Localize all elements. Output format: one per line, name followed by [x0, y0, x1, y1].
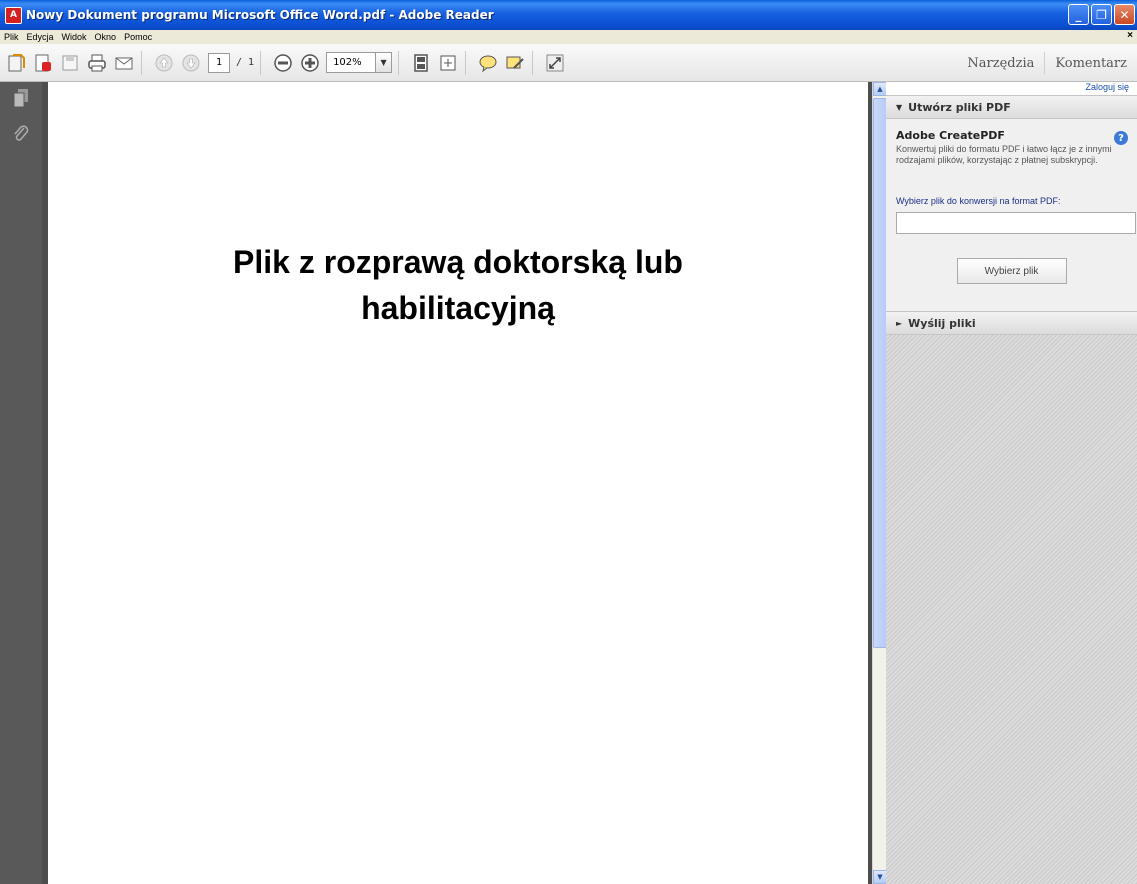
choose-file-button[interactable]: Wybierz plik	[956, 258, 1067, 284]
page-total: / 1	[236, 57, 255, 68]
menu-pomoc[interactable]: Pomoc	[120, 32, 156, 42]
window-controls: _ ❐ ✕	[1068, 4, 1135, 25]
zoom-in-icon[interactable]	[299, 52, 321, 74]
document-area[interactable]: Plik z rozprawą doktorską lub habilitacy…	[42, 82, 872, 884]
expanded-triangle-icon: ▼	[896, 102, 903, 112]
scroll-down-icon[interactable]: ▼	[873, 870, 887, 884]
toolbar-right-links: Narzędzia Komentarz	[957, 44, 1137, 82]
print-icon[interactable]	[86, 52, 108, 74]
fit-page-icon[interactable]	[410, 52, 432, 74]
toolbar-separator	[141, 50, 142, 75]
create-pdf-section-header[interactable]: ▼ Utwórz pliki PDF	[886, 95, 1137, 119]
collapsed-triangle-icon: ►	[896, 318, 903, 328]
next-page-icon[interactable]	[180, 52, 202, 74]
service-title: Adobe CreatePDF	[896, 129, 1005, 142]
task-pane: Zaloguj się ▼ Utwórz pliki PDF Adobe Cre…	[886, 82, 1137, 884]
restore-icon[interactable]: ❐	[1091, 4, 1112, 25]
tools-link[interactable]: Narzędzia	[957, 56, 1044, 71]
send-files-section-header[interactable]: ► Wyślij pliki	[886, 311, 1137, 335]
scrollbar-thumb[interactable]	[873, 98, 887, 648]
attachments-icon[interactable]	[11, 124, 31, 144]
file-path-input[interactable]	[896, 212, 1136, 234]
zoom-select[interactable]: 102% ▼	[326, 52, 393, 73]
toolbar-separator	[398, 50, 400, 75]
service-description: Konwertuj pliki do formatu PDF i łatwo ł…	[896, 144, 1112, 165]
send-files-section-title: Wyślij pliki	[908, 316, 976, 330]
minimize-icon[interactable]: _	[1068, 4, 1089, 25]
pdf-page: Plik z rozprawą doktorską lub habilitacy…	[48, 82, 868, 884]
menu-plik[interactable]: Plik	[0, 32, 23, 42]
menu-edycja[interactable]: Edycja	[23, 32, 58, 42]
login-strip: Zaloguj się	[886, 82, 1137, 95]
page-number-input[interactable]: 1	[208, 52, 230, 73]
pages-icon[interactable]	[11, 88, 31, 108]
create-pdf-section-title: Utwórz pliki PDF	[908, 100, 1011, 114]
menu-okno[interactable]: Okno	[91, 32, 121, 42]
chevron-down-icon[interactable]: ▼	[376, 52, 393, 73]
scroll-up-icon[interactable]: ▲	[873, 82, 887, 96]
comment-icon[interactable]	[477, 52, 499, 74]
pdf-app-icon[interactable]: A	[5, 6, 22, 24]
document-heading: Plik z rozprawą doktorską lub habilitacy…	[233, 244, 683, 326]
save-icon[interactable]	[59, 52, 81, 74]
toolbar-separator	[260, 50, 262, 75]
create-pdf-section-body: Adobe CreatePDF ? Konwertuj pliki do for…	[886, 119, 1137, 311]
close-document-icon[interactable]: ×	[1127, 30, 1133, 41]
fullscreen-icon[interactable]	[544, 52, 566, 74]
email-icon[interactable]	[113, 52, 135, 74]
comment-link[interactable]: Komentarz	[1045, 56, 1137, 71]
vertical-scrollbar[interactable]: ▲ ▼	[872, 82, 887, 884]
create-pdf-icon[interactable]	[32, 52, 54, 74]
highlight-icon[interactable]	[504, 52, 526, 74]
help-icon[interactable]: ?	[1114, 131, 1128, 145]
window-title: Nowy Dokument programu Microsoft Office …	[26, 8, 494, 22]
previous-page-icon[interactable]	[153, 52, 175, 74]
toolbar-separator	[465, 50, 467, 75]
login-link[interactable]: Zaloguj się	[1085, 82, 1129, 92]
toolbar-separator	[532, 50, 534, 75]
title-bar: A Nowy Dokument programu Microsoft Offic…	[0, 0, 1137, 30]
navigation-panel	[0, 82, 42, 884]
toolbar: 1 / 1 102% ▼ Narzędzia Komentarz	[0, 44, 1137, 82]
zoom-value[interactable]: 102%	[326, 52, 377, 73]
close-icon[interactable]: ✕	[1114, 4, 1135, 25]
menu-bar: Plik Edycja Widok Okno Pomoc ×	[0, 30, 1137, 44]
menu-widok[interactable]: Widok	[58, 32, 91, 42]
open-icon[interactable]	[5, 52, 27, 74]
fit-width-icon[interactable]	[437, 52, 459, 74]
zoom-out-icon[interactable]	[272, 52, 294, 74]
choose-file-label: Wybierz plik do konwersji na format PDF:	[896, 196, 1061, 206]
